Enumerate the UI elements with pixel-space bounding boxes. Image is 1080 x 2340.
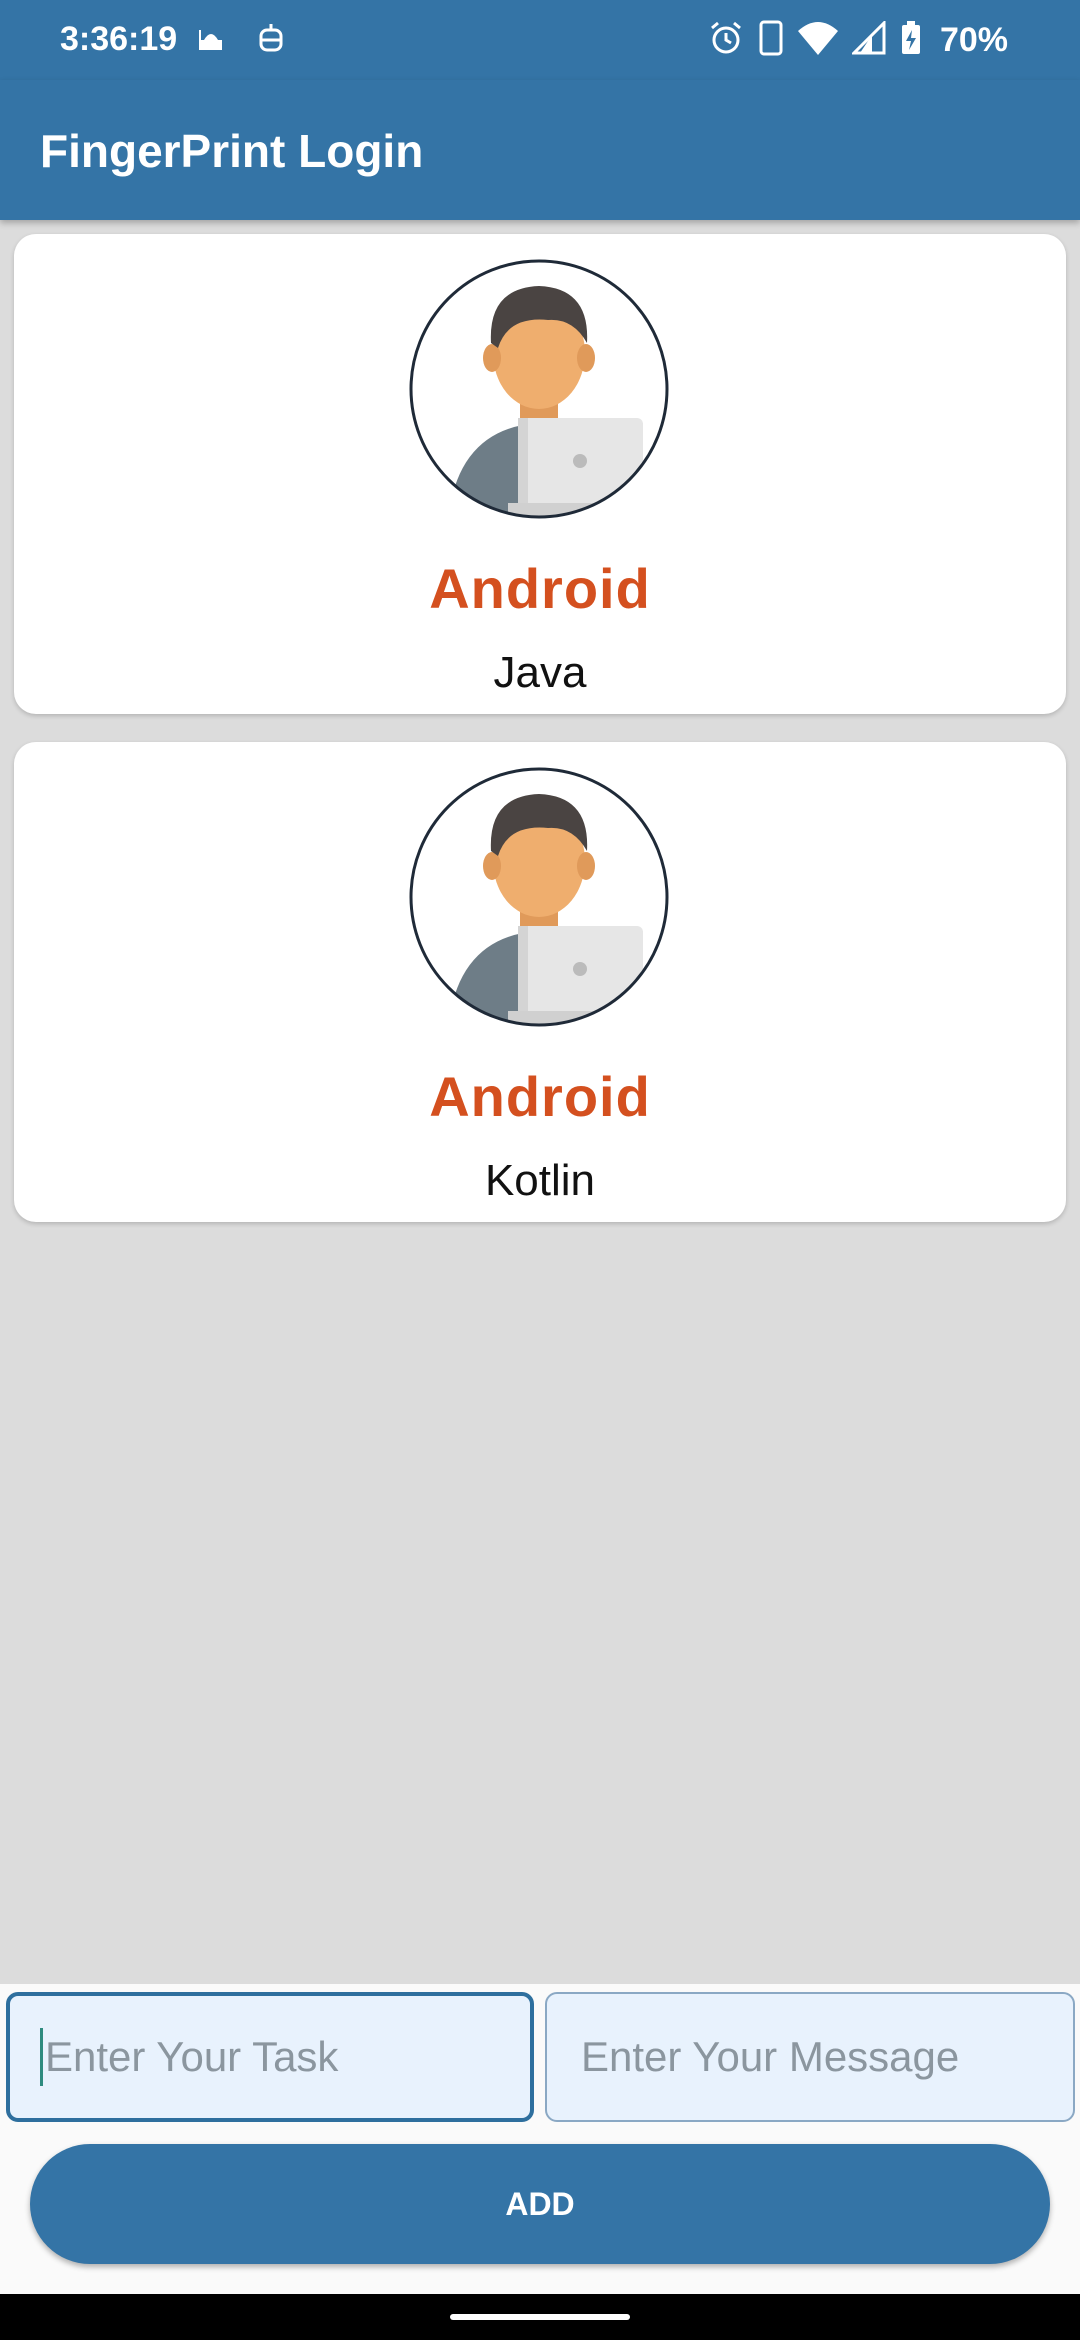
alarm-icon: [708, 20, 744, 61]
battery-charging-icon: [900, 20, 922, 61]
wifi-icon: [797, 21, 838, 60]
language-card-java[interactable]: Android Java: [14, 234, 1066, 714]
language-card-kotlin[interactable]: Android Kotlin: [14, 742, 1066, 1222]
navigation-bar: [0, 2294, 1080, 2340]
card-title: Android: [429, 557, 651, 620]
card-subtitle: Java: [493, 648, 587, 697]
home-gesture-handle[interactable]: [450, 2314, 630, 2320]
status-bar: 3:36:19 70%: [0, 0, 1080, 80]
phone-icon: [758, 20, 784, 61]
text-caret: [40, 2028, 43, 2086]
message-input[interactable]: Enter Your Message: [545, 1992, 1075, 2122]
status-time: 3:36:19: [60, 20, 178, 58]
add-button[interactable]: ADD: [30, 2144, 1050, 2264]
app-title: FingerPrint Login: [40, 125, 424, 177]
task-placeholder: Enter Your Task: [45, 2033, 339, 2080]
card-title: Android: [429, 1065, 651, 1128]
signal-icon: [850, 19, 886, 60]
card-subtitle: Kotlin: [484, 1156, 596, 1205]
mosque-icon: [196, 22, 226, 61]
message-placeholder: Enter Your Message: [581, 2033, 960, 2080]
input-panel: Enter Your Task Enter Your Message ADD: [0, 1984, 1080, 2294]
task-input[interactable]: Enter Your Task: [6, 1992, 534, 2122]
robot-icon: [256, 22, 286, 61]
app-bar: FingerPrint Login: [0, 80, 1080, 220]
developer-avatar-icon: [408, 766, 670, 1028]
developer-avatar-icon: [408, 258, 670, 520]
battery-percentage: 70%: [939, 21, 1008, 59]
